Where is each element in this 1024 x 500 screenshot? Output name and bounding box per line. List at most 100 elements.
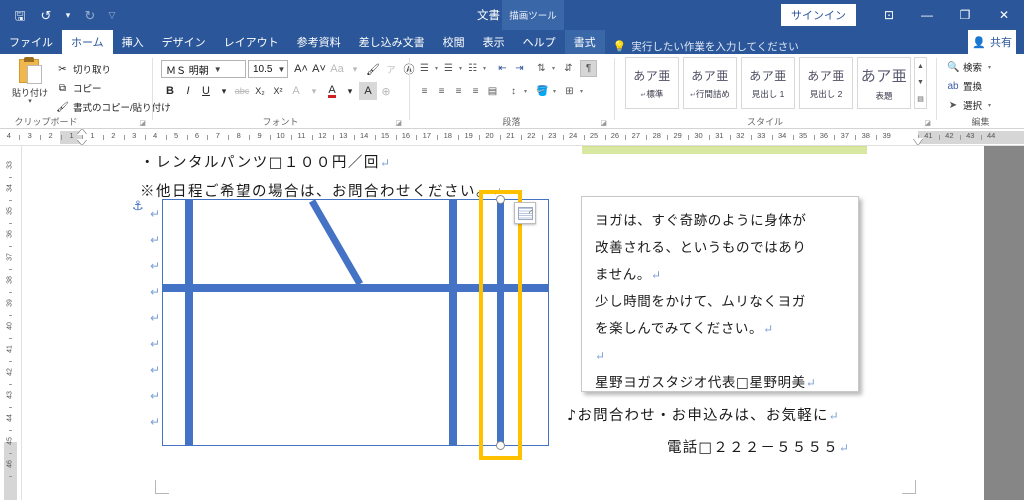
font-color-icon[interactable]: A: [323, 82, 341, 100]
paragraph-dialog-launcher[interactable]: ◪: [600, 119, 607, 127]
font-name-input[interactable]: ＭＳ 明朝 ▼: [161, 60, 246, 78]
horizontal-ruler[interactable]: 4 3 2 1 1 2 3 4 5 6 7 8 9 10 11 12 13 14 15 16 17 18 19 20 21 22 2…: [0, 129, 1024, 146]
document-page[interactable]: ・レンタルパンツ□１００円／回↵ ※他日程ご希望の場合は、お問合わせください。↵…: [22, 146, 984, 500]
yoga-message-textbox[interactable]: ヨガは、すぐ奇跡のように身体が 改善される、というものではあり ません。↵ 少し…: [581, 196, 859, 392]
bullets-icon[interactable]: ☰: [416, 60, 433, 77]
first-line-indent-marker[interactable]: [77, 129, 87, 135]
text-effects-dropdown-icon[interactable]: ▾: [305, 82, 323, 100]
signin-button[interactable]: サインイン: [781, 4, 856, 26]
underline-icon[interactable]: U: [197, 82, 215, 100]
save-icon[interactable]: 🖫: [8, 4, 32, 26]
tab-home[interactable]: ホーム: [62, 30, 113, 54]
underline-dropdown-icon[interactable]: ▾: [215, 82, 233, 100]
clipboard-dialog-launcher[interactable]: ◪: [139, 119, 146, 127]
right-indent-marker[interactable]: [913, 138, 923, 145]
tab-file[interactable]: ファイル: [0, 30, 62, 54]
grow-font-icon[interactable]: A˄: [292, 60, 310, 78]
style-no-spacing[interactable]: あア亜 ↵行間詰め: [683, 57, 737, 109]
clear-formatting-icon[interactable]: 🖌: [364, 60, 382, 78]
subscript-icon[interactable]: X₂: [251, 82, 269, 100]
tab-references[interactable]: 参考資料: [288, 30, 350, 54]
styles-more-icon[interactable]: ▤: [917, 95, 924, 103]
select-button[interactable]: ➤ 選択 ▾: [947, 98, 993, 113]
tab-layout[interactable]: レイアウト: [215, 30, 288, 54]
font-size-input[interactable]: 10.5 ▼: [248, 60, 288, 78]
tab-mailings[interactable]: 差し込み文書: [350, 30, 434, 54]
bullets-dropdown-icon[interactable]: ▾: [433, 65, 440, 72]
restore-icon[interactable]: ❐: [946, 0, 984, 30]
text-effects-icon[interactable]: A: [287, 82, 305, 100]
shading-dropdown-icon[interactable]: ▾: [551, 88, 558, 95]
superscript-icon[interactable]: X²: [269, 82, 287, 100]
document-canvas[interactable]: ・レンタルパンツ□１００円／回↵ ※他日程ご希望の場合は、お問合わせください。↵…: [22, 146, 1024, 500]
styles-gallery-scroll[interactable]: ▲ ▼ ▤: [914, 57, 927, 109]
tab-view[interactable]: 表示: [474, 30, 514, 54]
tab-review[interactable]: 校閲: [434, 30, 474, 54]
customize-qat-icon[interactable]: ▽: [104, 4, 120, 26]
styles-scroll-down-icon[interactable]: ▼: [917, 79, 924, 86]
layout-options-icon[interactable]: ◜: [514, 202, 536, 224]
close-icon[interactable]: ✕: [984, 0, 1024, 30]
copy-button[interactable]: ⧉ コピー: [56, 81, 102, 96]
multilevel-list-icon[interactable]: ☷: [464, 60, 481, 77]
justify-icon[interactable]: ≡: [467, 83, 484, 100]
italic-icon[interactable]: I: [179, 82, 197, 100]
tell-me-box[interactable]: 💡 実行したい作業を入力してください: [613, 39, 799, 54]
phonetic-guide-icon[interactable]: ア: [382, 60, 400, 78]
sort-dropdown-icon[interactable]: ▾: [550, 65, 557, 72]
change-case-icon[interactable]: Aa: [328, 60, 346, 78]
find-button[interactable]: 🔍 検索 ▾: [947, 60, 993, 75]
rental-pants-line[interactable]: ・レンタルパンツ□１００円／回↵: [140, 151, 390, 172]
inquiry-line[interactable]: ♪お問合わせ・お申込みは、お気軽に↵: [567, 404, 839, 425]
style-title[interactable]: あア亜 表題: [857, 57, 911, 109]
font-dialog-launcher[interactable]: ◪: [395, 119, 402, 127]
cut-button[interactable]: ✂ 切り取り: [56, 62, 111, 77]
style-heading1[interactable]: あア亜 見出し 1: [741, 57, 795, 109]
multilevel-dropdown-icon[interactable]: ▾: [481, 65, 488, 72]
bold-icon[interactable]: B: [161, 82, 179, 100]
vertical-ruler[interactable]: 33 34 35 36 37 38 39 40 41 42 43 44 45 46: [0, 146, 22, 500]
sort-icon[interactable]: ⇅: [533, 60, 550, 77]
undo-icon[interactable]: ↺: [34, 4, 58, 26]
distribute-icon[interactable]: ▤: [484, 83, 501, 100]
numbering-icon[interactable]: ☰: [440, 60, 457, 77]
borders-icon[interactable]: ⊞: [561, 83, 578, 100]
tab-design[interactable]: デザイン: [153, 30, 215, 54]
character-shading-icon[interactable]: ⊕: [377, 82, 395, 100]
undo-dropdown-icon[interactable]: ▾: [60, 4, 76, 26]
style-heading2[interactable]: あア亜 見出し 2: [799, 57, 853, 109]
styles-scroll-up-icon[interactable]: ▲: [917, 63, 924, 70]
line-spacing-icon[interactable]: ↕: [505, 83, 522, 100]
style-standard[interactable]: あア亜 ↵標準: [625, 57, 679, 109]
redo-icon[interactable]: ↻: [78, 4, 102, 26]
font-color-dropdown-icon[interactable]: ▾: [341, 82, 359, 100]
shading-icon[interactable]: 🪣: [534, 83, 551, 100]
replace-button[interactable]: ab 置換: [947, 79, 982, 94]
increase-indent-icon[interactable]: ⇥: [511, 60, 528, 77]
line-spacing-dropdown-icon[interactable]: ▾: [522, 88, 529, 95]
strikethrough-icon[interactable]: abc: [233, 82, 251, 100]
text-highlight-color-icon[interactable]: A: [359, 82, 377, 100]
align-center-icon[interactable]: ≡: [433, 83, 450, 100]
styles-dialog-launcher[interactable]: ◪: [924, 119, 931, 127]
tab-help[interactable]: ヘルプ: [514, 30, 565, 54]
align-left-icon[interactable]: ≡: [416, 83, 433, 100]
tab-insert[interactable]: 挿入: [113, 30, 153, 54]
change-case-dropdown-icon[interactable]: ▾: [346, 60, 364, 78]
font-name-dropdown-icon[interactable]: ▼: [214, 65, 222, 74]
font-size-dropdown-icon[interactable]: ▼: [277, 65, 285, 74]
find-dropdown-icon[interactable]: ▾: [986, 64, 993, 71]
borders-dropdown-icon[interactable]: ▾: [578, 88, 585, 95]
share-button[interactable]: 👤 共有: [968, 30, 1016, 54]
tab-format[interactable]: 書式: [564, 30, 605, 54]
minimize-icon[interactable]: —: [908, 0, 946, 30]
sort-az-icon[interactable]: ⇵: [560, 60, 577, 77]
decrease-indent-icon[interactable]: ⇤: [494, 60, 511, 77]
paste-button[interactable]: 貼り付け ▾: [8, 57, 52, 105]
align-right-icon[interactable]: ≡: [450, 83, 467, 100]
phone-line[interactable]: 電話□２２２－５５５５↵: [667, 436, 849, 457]
ribbon-display-options-icon[interactable]: ⊡: [870, 0, 908, 30]
show-formatting-marks-icon[interactable]: ¶: [580, 60, 597, 77]
shrink-font-icon[interactable]: A˅: [310, 60, 328, 78]
numbering-dropdown-icon[interactable]: ▾: [457, 65, 464, 72]
